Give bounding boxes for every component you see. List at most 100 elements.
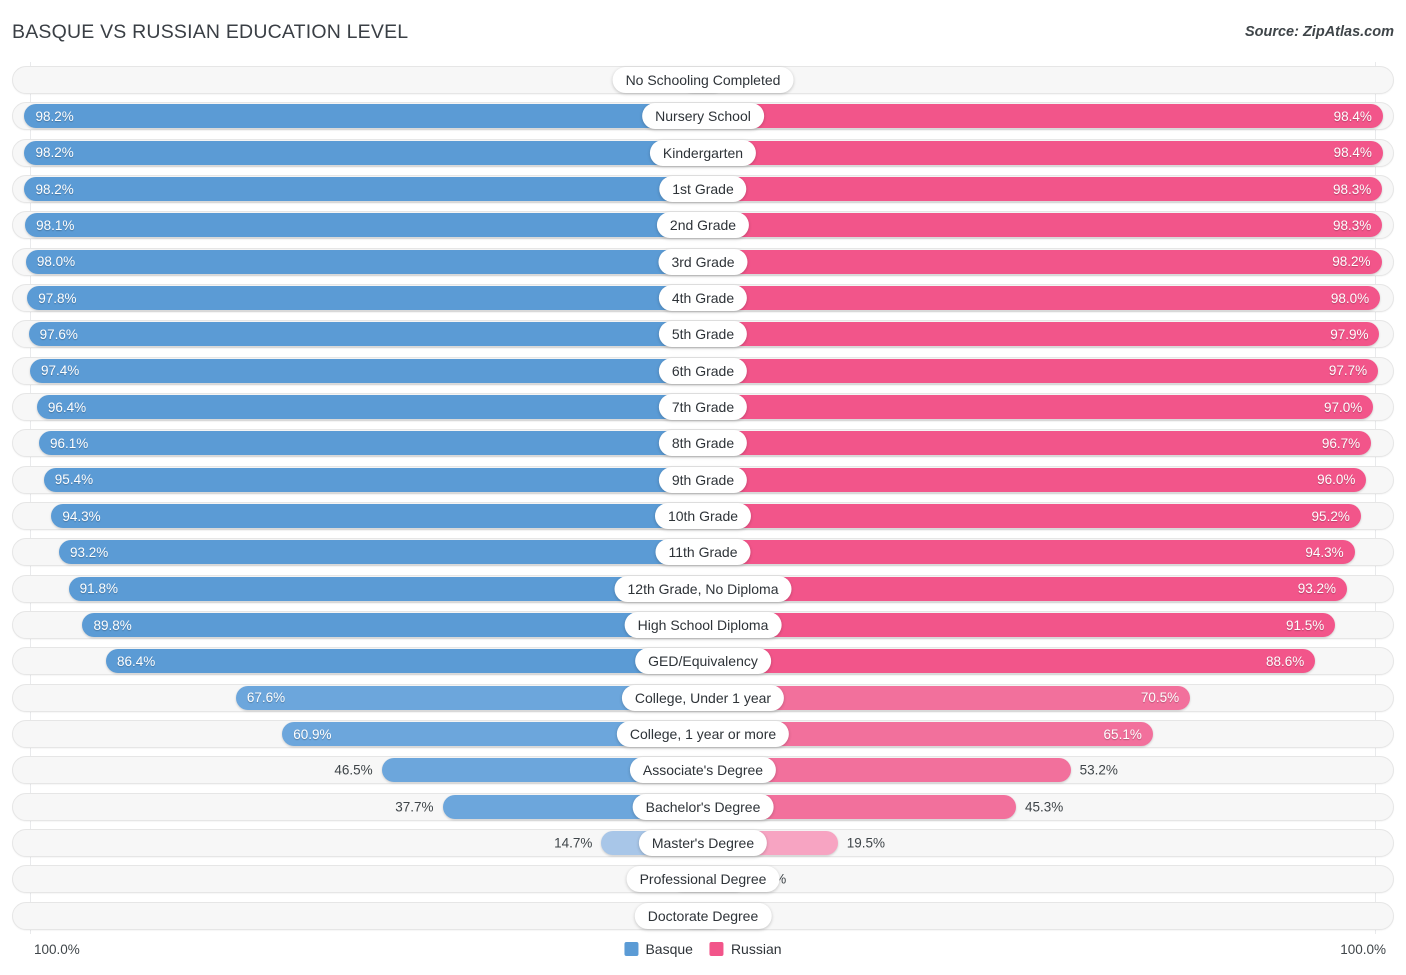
category-label: 6th Grade [659, 358, 747, 384]
bar-row: 94.3%95.2%10th Grade [12, 498, 1394, 534]
basque-value: 98.1% [36, 218, 74, 233]
category-label: 4th Grade [659, 285, 747, 311]
axis-label-right: 100.0% [1340, 942, 1386, 957]
russian-half: 1.7% [703, 68, 1394, 92]
basque-half: 1.8% [12, 68, 703, 92]
chart-footer: 100.0% 100.0% BasqueRussian [12, 936, 1394, 970]
russian-value: 97.9% [1330, 327, 1368, 342]
basque-bar[interactable]: 93.2% [59, 540, 703, 564]
category-label: College, Under 1 year [622, 685, 784, 711]
russian-half: 97.9% [703, 322, 1394, 346]
basque-bar[interactable]: 94.3% [51, 504, 703, 528]
basque-half: 97.6% [12, 322, 703, 346]
bar-row: 98.0%98.2%3rd Grade [12, 244, 1394, 280]
category-label: 9th Grade [659, 467, 747, 493]
russian-bar[interactable]: 98.4% [703, 104, 1383, 128]
basque-half: 98.2% [12, 141, 703, 165]
category-label: 11th Grade [655, 539, 750, 565]
basque-bar[interactable]: 98.0% [26, 250, 703, 274]
russian-bar[interactable]: 88.6% [703, 649, 1315, 673]
basque-bar[interactable]: 95.4% [44, 468, 703, 492]
bar-row: 86.4%88.6%GED/Equivalency [12, 643, 1394, 679]
russian-bar[interactable]: 97.9% [703, 322, 1379, 346]
russian-value: 65.1% [1104, 727, 1142, 742]
bar-row: 37.7%45.3%Bachelor's Degree [12, 789, 1394, 825]
bar-row: 97.4%97.7%6th Grade [12, 353, 1394, 389]
bar-row: 1.9%2.6%Doctorate Degree [12, 898, 1394, 934]
russian-bar[interactable]: 96.0% [703, 468, 1366, 492]
russian-value: 94.3% [1305, 545, 1343, 560]
category-label: Bachelor's Degree [633, 794, 774, 820]
basque-value: 37.7% [395, 799, 433, 814]
basque-half: 67.6% [12, 686, 703, 710]
basque-half: 37.7% [12, 795, 703, 819]
basque-bar[interactable]: 96.4% [37, 395, 703, 419]
basque-value: 97.6% [40, 327, 78, 342]
basque-bar[interactable]: 97.4% [30, 359, 703, 383]
russian-bar[interactable]: 98.0% [703, 286, 1380, 310]
legend-item[interactable]: Russian [710, 941, 782, 957]
russian-bar[interactable]: 98.4% [703, 141, 1383, 165]
russian-bar[interactable]: 96.7% [703, 431, 1371, 455]
legend-item[interactable]: Basque [624, 941, 692, 957]
russian-bar[interactable]: 98.3% [703, 177, 1382, 201]
russian-half: 98.0% [703, 286, 1394, 310]
russian-value: 93.2% [1298, 581, 1336, 596]
russian-half: 53.2% [703, 758, 1394, 782]
russian-value: 88.6% [1266, 654, 1304, 669]
basque-value: 93.2% [70, 545, 108, 560]
russian-bar[interactable]: 97.7% [703, 359, 1378, 383]
basque-half: 60.9% [12, 722, 703, 746]
category-label: 5th Grade [659, 321, 747, 347]
basque-bar[interactable]: 97.8% [27, 286, 703, 310]
legend-label: Russian [731, 941, 782, 957]
russian-half: 96.7% [703, 431, 1394, 455]
russian-half: 98.2% [703, 250, 1394, 274]
russian-bar[interactable]: 95.2% [703, 504, 1361, 528]
basque-bar[interactable]: 98.2% [24, 141, 703, 165]
basque-bar[interactable]: 89.8% [82, 613, 703, 637]
russian-value: 98.3% [1333, 218, 1371, 233]
russian-bar[interactable]: 98.3% [703, 213, 1382, 237]
bar-row: 67.6%70.5%College, Under 1 year [12, 680, 1394, 716]
basque-half: 97.4% [12, 359, 703, 383]
bar-row: 98.2%98.4%Nursery School [12, 98, 1394, 134]
basque-value: 60.9% [293, 727, 331, 742]
bar-row: 96.4%97.0%7th Grade [12, 389, 1394, 425]
chart-plot-area: 1.8%1.7%No Schooling Completed98.2%98.4%… [12, 62, 1394, 934]
russian-bar[interactable]: 93.2% [703, 577, 1347, 601]
chart-page: BASQUE VS RUSSIAN EDUCATION LEVEL Source… [0, 0, 1406, 975]
legend-label: Basque [645, 941, 692, 957]
basque-bar[interactable]: 98.2% [24, 104, 703, 128]
category-label: 7th Grade [659, 394, 747, 420]
page-title: BASQUE VS RUSSIAN EDUCATION LEVEL [12, 21, 408, 44]
bar-row: 91.8%93.2%12th Grade, No Diploma [12, 571, 1394, 607]
russian-half: 6.3% [703, 867, 1394, 891]
basque-bar[interactable]: 97.6% [29, 322, 703, 346]
russian-bar[interactable]: 94.3% [703, 540, 1355, 564]
basque-value: 94.3% [62, 509, 100, 524]
basque-bar[interactable]: 98.2% [24, 177, 703, 201]
basque-value: 95.4% [55, 472, 93, 487]
russian-value: 98.4% [1334, 145, 1372, 160]
russian-bar[interactable]: 97.0% [703, 395, 1373, 419]
basque-bar[interactable]: 91.8% [69, 577, 703, 601]
russian-half: 98.4% [703, 141, 1394, 165]
basque-bar[interactable]: 86.4% [106, 649, 703, 673]
basque-value: 86.4% [117, 654, 155, 669]
bar-row: 4.6%6.3%Professional Degree [12, 861, 1394, 897]
category-label: 2nd Grade [657, 212, 749, 238]
russian-value: 91.5% [1286, 618, 1324, 633]
basque-half: 46.5% [12, 758, 703, 782]
basque-bar[interactable]: 98.1% [25, 213, 703, 237]
category-label: Professional Degree [627, 866, 780, 892]
russian-bar[interactable]: 98.2% [703, 250, 1382, 274]
basque-half: 95.4% [12, 468, 703, 492]
bar-row: 97.6% 97.9% 5th Grade [12, 316, 1394, 352]
basque-bar[interactable]: 96.1% [39, 431, 703, 455]
russian-half: 98.4% [703, 104, 1394, 128]
category-label: 1st Grade [659, 176, 746, 202]
russian-bar[interactable]: 91.5% [703, 613, 1335, 637]
bar-row: 95.4% 96.0%9th Grade [12, 462, 1394, 498]
basque-half: 96.4% [12, 395, 703, 419]
